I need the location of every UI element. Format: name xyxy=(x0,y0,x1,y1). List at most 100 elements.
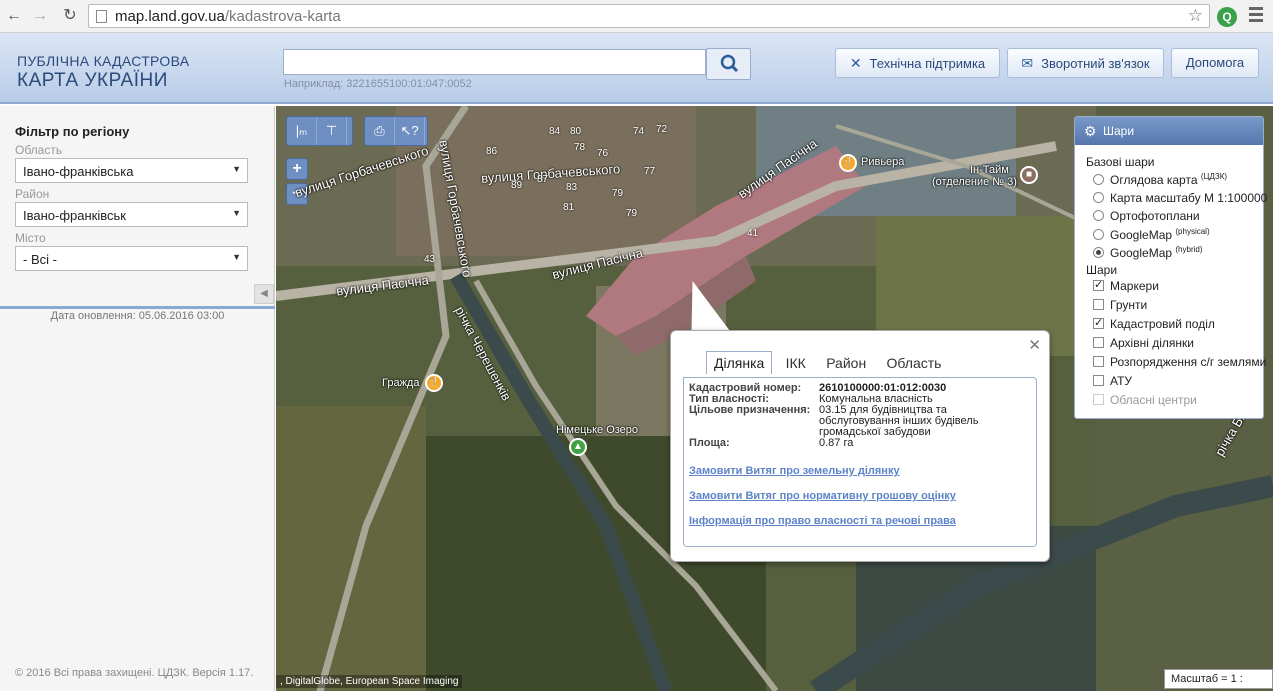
extension-icon[interactable]: Q xyxy=(1217,7,1237,27)
house-number: 43 xyxy=(424,254,436,265)
search-button[interactable] xyxy=(706,48,751,80)
house-number: 87 xyxy=(537,174,549,185)
support-button[interactable]: ✕ Технічна підтримка xyxy=(835,48,1000,78)
dropdown-arrow-icon: ▼ xyxy=(232,252,241,262)
logo-line1: ПУБЛІЧНА КАДАСТРОВА xyxy=(17,53,190,69)
house-number: 79 xyxy=(626,208,638,219)
map-canvas[interactable]: |ₘ ⊤ ⎙ ↖? + − вулиця Горбачевського вулиця… xyxy=(276,106,1273,691)
forward-icon[interactable]: → xyxy=(30,6,50,26)
popup-tabs: Ділянка ІКК Район Область xyxy=(706,351,951,375)
purpose-value: 03.15 для будівництва та обслуговування … xyxy=(819,404,979,438)
print-icon[interactable]: ⎙ xyxy=(365,117,395,145)
overlay-layer-checkbox[interactable]: Маркери xyxy=(1093,278,1159,293)
city-label: Місто xyxy=(15,231,46,245)
url-host: map.land.gov.ua xyxy=(115,8,225,25)
purpose-label: Цільове призначення: xyxy=(689,404,811,416)
identify-cursor-icon[interactable]: ↖? xyxy=(395,117,425,145)
map-scale: Масштаб = 1 : 4265 xyxy=(1164,669,1273,689)
overlay-layer-checkbox[interactable]: Архівні ділянки xyxy=(1093,336,1194,350)
overlay-layer-checkbox[interactable]: Розпорядження с/г землями xyxy=(1093,355,1266,369)
logo-line2: КАРТА УКРАЇНИ xyxy=(17,70,168,91)
close-icon[interactable]: ✕ xyxy=(1028,336,1041,354)
back-icon[interactable]: ← xyxy=(4,6,24,26)
house-number: 74 xyxy=(633,126,645,137)
poi-label: Ривьера xyxy=(861,156,905,168)
restaurant-icon[interactable]: 🍴 xyxy=(425,374,443,392)
poi-label: Гражда xyxy=(382,377,420,389)
house-number: 76 xyxy=(597,148,609,159)
post-office-icon[interactable]: ■ xyxy=(1020,166,1038,184)
info-toolbar: ⎙ ↖? xyxy=(364,116,428,146)
tools-icon: ✕ xyxy=(849,55,862,71)
base-layer-option[interactable]: Оглядова карта (ЦДЗК) xyxy=(1093,172,1227,187)
search-icon xyxy=(720,54,739,73)
measure-area-icon[interactable]: ⊤ xyxy=(317,117,347,145)
area-label: Площа: xyxy=(689,437,730,449)
ownership-info-link[interactable]: Інформація про право власності та речові… xyxy=(689,515,1031,527)
copyright: © 2016 Всі права захищені. ЦДЗК. Версія … xyxy=(15,667,254,679)
browser-menu-icon[interactable] xyxy=(1249,7,1263,25)
house-number: 84 xyxy=(549,126,561,137)
measure-line-icon[interactable]: |ₘ xyxy=(287,117,317,145)
overlay-layer-checkbox[interactable]: Обласні центри xyxy=(1093,393,1197,407)
zoom-in-button[interactable]: + xyxy=(286,158,308,180)
area-value: 0.87 га xyxy=(819,437,854,449)
restaurant-icon[interactable]: 🍴 xyxy=(839,154,857,172)
poi-label: Німецьке Озеро xyxy=(556,424,639,436)
order-valuation-extract-link[interactable]: Замовити Витяг про нормативну грошову оц… xyxy=(689,490,1031,502)
base-layers-title: Базові шари xyxy=(1086,155,1155,169)
url-path: /kadastrova-karta xyxy=(224,8,341,25)
overlay-layer-checkbox[interactable]: АТУ xyxy=(1093,374,1132,388)
house-number: 80 xyxy=(570,126,582,137)
park-icon[interactable]: ▲ xyxy=(569,438,587,456)
parcel-details: Кадастровий номер: 2610100000:01:012:0030… xyxy=(683,377,1037,547)
district-select[interactable]: Івано-франківськ ▼ xyxy=(15,202,248,227)
panel-divider xyxy=(0,306,275,309)
district-label: Район xyxy=(15,187,50,201)
house-number: 72 xyxy=(656,124,668,135)
dropdown-arrow-icon: ▼ xyxy=(232,208,241,218)
base-layer-option[interactable]: Ортофотоплани xyxy=(1093,209,1200,223)
map-attribution: , DigitalGlobe, European Space Imaging xyxy=(276,675,463,688)
house-number: 78 xyxy=(574,142,586,153)
collapse-panel-button[interactable]: ◀ xyxy=(254,284,274,304)
house-number: 81 xyxy=(563,202,575,213)
order-parcel-extract-link[interactable]: Замовити Витяг про земельну ділянку xyxy=(689,465,1031,477)
tab-parcel[interactable]: Ділянка xyxy=(706,351,773,374)
site-header: ПУБЛІЧНА КАДАСТРОВА КАРТА УКРАЇНИ Наприк… xyxy=(0,33,1273,104)
address-bar[interactable]: map.land.gov.ua/kadastrova-karta ☆ xyxy=(88,4,1210,28)
update-date: Дата оновлення: 05.06.2016 03:00 xyxy=(50,310,225,322)
tab-region[interactable]: Область xyxy=(880,352,949,374)
help-button[interactable]: Допомога xyxy=(1171,48,1259,78)
house-number: 77 xyxy=(644,166,656,177)
measure-toolbar: |ₘ ⊤ xyxy=(286,116,353,146)
overlay-layers-title: Шари xyxy=(1086,263,1118,277)
base-layer-option[interactable]: GoogleMap (physical) xyxy=(1093,227,1210,242)
region-label: Область xyxy=(15,143,63,157)
tab-district[interactable]: Район xyxy=(819,352,873,374)
overlay-layer-checkbox[interactable]: Грунти xyxy=(1093,298,1147,312)
poi-label: Ін-Тайм xyxy=(970,164,1009,176)
parcel-info-popup: ✕ Ділянка ІКК Район Область Кадастровий … xyxy=(670,330,1050,562)
base-layer-option[interactable]: GoogleMap (hybrid) xyxy=(1093,245,1203,260)
dropdown-arrow-icon: ▼ xyxy=(232,164,241,174)
feedback-button[interactable]: ✉ Зворотний зв'язок xyxy=(1007,48,1164,78)
house-number: 89 xyxy=(511,180,523,191)
reload-icon[interactable]: ↻ xyxy=(60,6,80,26)
house-number: 41 xyxy=(747,228,759,239)
bookmark-star-icon[interactable]: ☆ xyxy=(1188,6,1203,26)
overlay-layer-checkbox[interactable]: Кадастровий поділ xyxy=(1093,316,1215,331)
poi-label: (отделение № 3) xyxy=(932,176,1017,188)
region-select[interactable]: Івано-франківська ▼ xyxy=(15,158,248,183)
gear-icon: ⚙ xyxy=(1084,123,1097,139)
region-filter-panel: Фільтр по регіону Область Івано-франківс… xyxy=(0,106,275,691)
search-input[interactable] xyxy=(283,49,706,75)
house-number: 86 xyxy=(486,146,498,157)
layers-header[interactable]: ⚙ Шари xyxy=(1075,117,1263,145)
house-number: 79 xyxy=(612,188,624,199)
base-layer-option[interactable]: Карта масштабу М 1:100000 xyxy=(1093,191,1267,205)
city-select[interactable]: - Всі - ▼ xyxy=(15,246,248,271)
browser-toolbar: ← → ↻ map.land.gov.ua/kadastrova-karta ☆… xyxy=(0,0,1273,33)
tab-ikk[interactable]: ІКК xyxy=(779,352,813,374)
layers-panel: ⚙ Шари Базові шари Оглядова карта (ЦДЗК) … xyxy=(1074,116,1267,419)
